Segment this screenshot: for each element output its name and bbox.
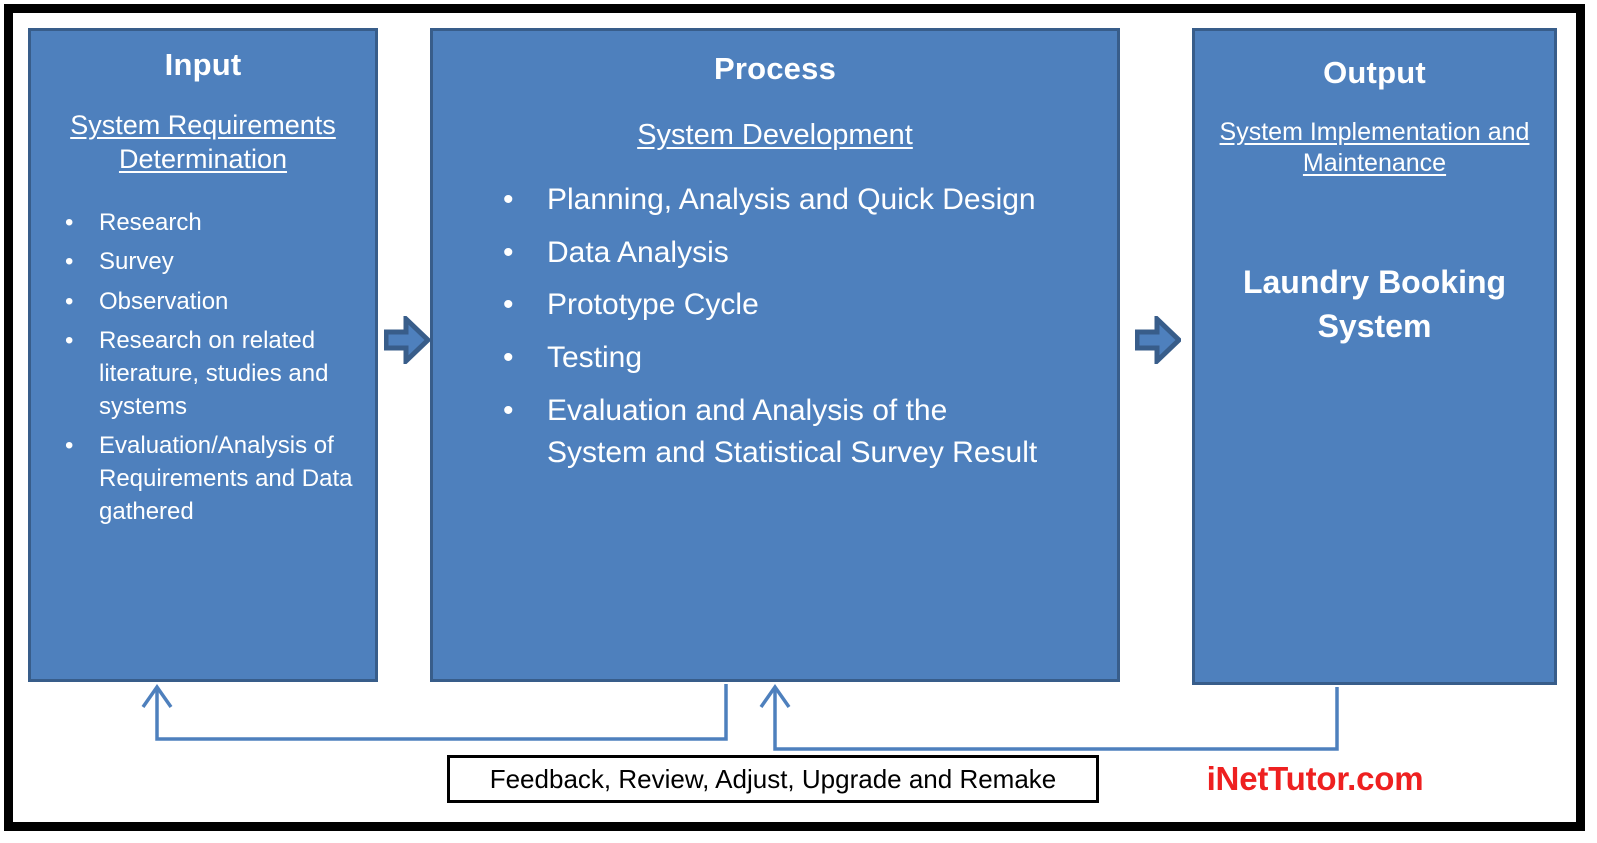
brand-watermark: iNetTutor.com [1206, 760, 1424, 797]
list-item: Survey [65, 246, 365, 279]
list-item: Data Analysis [503, 232, 1047, 275]
output-box: Output System Implementation and Mainten… [1192, 28, 1557, 685]
input-box-title: Input [164, 47, 242, 82]
output-box-title: Output [1323, 55, 1426, 90]
feedback-label-box: Feedback, Review, Adjust, Upgrade and Re… [447, 755, 1099, 803]
process-box-subtitle: System Development [637, 119, 913, 151]
output-box-subtitle: System Implementation and Maintenance [1219, 118, 1530, 178]
list-item: Prototype Cycle [503, 284, 1047, 327]
input-box-subtitle: System Requirements Determination [70, 110, 336, 174]
list-item: Evaluation and Analysis of the System an… [503, 390, 1047, 475]
list-item: Planning, Analysis and Quick Design [503, 179, 1047, 222]
input-box: Input System Requirements Determination … [28, 28, 378, 682]
output-system-name: Laundry Booking System [1242, 263, 1507, 344]
list-item: Observation [65, 286, 365, 319]
feedback-label-text: Feedback, Review, Adjust, Upgrade and Re… [489, 763, 1057, 794]
process-bullet-list: Planning, Analysis and Quick Design Data… [433, 179, 1117, 475]
list-item: Research on related literature, studies … [65, 325, 365, 423]
right-block-arrow-icon [383, 313, 432, 367]
list-item: Testing [503, 337, 1047, 380]
process-box: Process System Development Planning, Ana… [430, 28, 1120, 682]
ipo-diagram-canvas: Input System Requirements Determination … [0, 0, 1597, 843]
list-item: Research [65, 207, 365, 240]
list-item: Evaluation/Analysis of Requirements and … [65, 430, 365, 528]
input-bullet-list: Research Survey Observation Research on … [31, 207, 375, 529]
process-box-title: Process [713, 51, 837, 86]
right-block-arrow-icon [1134, 313, 1183, 367]
